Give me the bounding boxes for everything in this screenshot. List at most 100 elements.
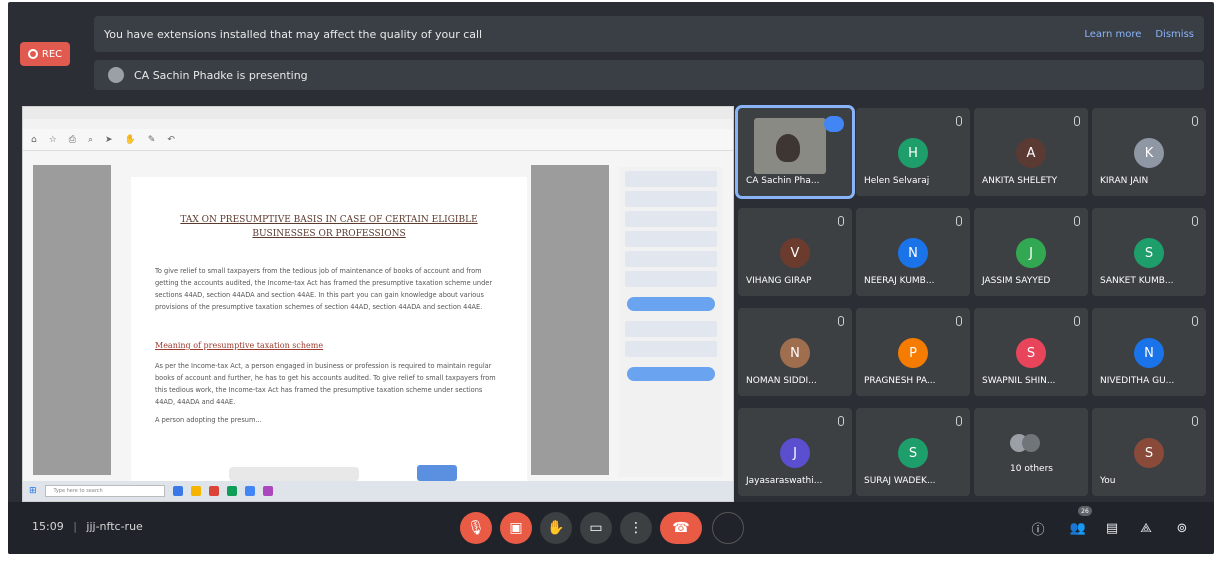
participant-avatar: S — [1016, 338, 1046, 368]
separator: | — [73, 520, 77, 533]
mic-muted-icon — [1192, 116, 1198, 126]
participant-tile[interactable]: P PRAGNESH PA... — [856, 308, 970, 396]
raise-hand-icon[interactable]: ✋ — [540, 512, 572, 544]
participant-tile[interactable]: S SWAPNIL SHIN... — [974, 308, 1088, 396]
microphone-off-icon[interactable]: 🎙 — [460, 512, 492, 544]
speaking-indicator-icon — [824, 116, 844, 132]
app-icon — [190, 486, 201, 496]
document-heading: TAX ON PRESUMPTIVE BASIS IN CASE OF CERT… — [180, 215, 478, 239]
mic-muted-icon — [838, 416, 844, 426]
extensions-warning-text: You have extensions installed that may a… — [104, 27, 483, 41]
tool-item — [625, 231, 717, 247]
doc-title-bar — [23, 107, 733, 119]
mic-muted-icon — [1074, 116, 1080, 126]
participant-tile[interactable]: S SANKET KUMB... — [1092, 208, 1206, 296]
participant-tile[interactable]: A ANKITA SHELETY — [974, 108, 1088, 196]
participant-name: 10 others — [1010, 464, 1053, 474]
participant-avatar: K — [1134, 138, 1164, 168]
undo-icon: ↶ — [167, 134, 175, 145]
bottom-control-bar: 15:09 | jjj-nftc-rue 🎙 ▣ ✋ ▭ ⋮ ☎ ⓘ 👥 26 … — [8, 502, 1214, 554]
participant-name: KIRAN JAIN — [1100, 176, 1149, 186]
more-options-icon[interactable]: ⋮ — [620, 512, 652, 544]
chat-icon[interactable]: ▤ — [1100, 516, 1124, 540]
star-icon: ☆ — [48, 134, 57, 145]
participant-avatar: S — [1134, 238, 1164, 268]
mic-muted-icon — [1074, 216, 1080, 226]
participant-avatar: V — [780, 238, 810, 268]
dismiss-button[interactable]: Dismiss — [1155, 29, 1194, 40]
extra-control-button[interactable] — [712, 512, 744, 544]
app-icon — [262, 486, 273, 496]
tool-item — [625, 191, 717, 207]
host-controls-icon[interactable]: ⊚ — [1170, 516, 1194, 540]
participant-tile[interactable]: K KIRAN JAIN — [1092, 108, 1206, 196]
participant-name: PRAGNESH PA... — [864, 376, 936, 386]
participant-name: Jayasaraswathi... — [746, 476, 823, 486]
doc-hint-bar — [229, 467, 359, 481]
windows-start-icon: ⊞ — [29, 486, 37, 496]
hang-up-icon[interactable]: ☎ — [660, 512, 702, 544]
participant-name: VIHANG GIRAP — [746, 276, 812, 286]
meeting-info: 15:09 | jjj-nftc-rue — [32, 520, 143, 533]
mic-muted-icon — [1192, 416, 1198, 426]
people-icon[interactable]: 👥 — [1066, 516, 1090, 540]
participant-name: NOMAN SIDDI... — [746, 376, 817, 386]
participant-avatar: N — [780, 338, 810, 368]
participant-tile[interactable]: CA Sachin Pha... — [735, 105, 855, 199]
doc-menu-bar — [23, 119, 733, 129]
participant-tile[interactable]: V VIHANG GIRAP — [738, 208, 852, 296]
app-icon — [226, 486, 237, 496]
camera-off-icon[interactable]: ▣ — [500, 512, 532, 544]
tool-item — [625, 271, 717, 287]
pen-icon: ✎ — [147, 134, 156, 145]
participant-avatar: J — [1016, 238, 1046, 268]
participant-tile[interactable]: 10 others — [974, 408, 1088, 496]
tool-action-button — [627, 367, 715, 381]
participant-avatar: A — [1016, 138, 1046, 168]
participant-tile[interactable]: N NIVEDITHA GU... — [1092, 308, 1206, 396]
doc-margin-left — [33, 165, 111, 475]
participant-video — [754, 118, 826, 174]
participant-avatar: H — [898, 138, 928, 168]
participant-tile[interactable]: J Jayasaraswathi... — [738, 408, 852, 496]
mic-muted-icon — [956, 216, 962, 226]
doc-toolbar: ⌂ ☆ ⎙ ⌕ ➤ ✋ ✎ ↶ — [23, 129, 733, 151]
mic-muted-icon — [956, 316, 962, 326]
participant-name: NIVEDITHA GU... — [1100, 376, 1175, 386]
people-count-badge: 26 — [1078, 506, 1092, 516]
meet-window: REC You have extensions installed that m… — [8, 2, 1214, 554]
tool-item — [625, 321, 717, 337]
app-icon — [172, 486, 183, 496]
hand-tool-icon: ✋ — [124, 134, 136, 145]
participant-avatar: S — [1134, 438, 1164, 468]
doc-margin-right — [531, 165, 609, 475]
participant-name: CA Sachin Pha... — [746, 176, 820, 186]
participant-tile[interactable]: S SURAJ WADEK... — [856, 408, 970, 496]
document-page: TAX ON PRESUMPTIVE BASIS IN CASE OF CERT… — [131, 177, 527, 497]
present-screen-icon[interactable]: ▭ — [580, 512, 612, 544]
participant-tile[interactable]: J JASSIM SAYYED — [974, 208, 1088, 296]
participant-name: You — [1100, 476, 1116, 486]
participant-tile[interactable]: H Helen Selvaraj — [856, 108, 970, 196]
participant-avatar: S — [898, 438, 928, 468]
mic-muted-icon — [1192, 216, 1198, 226]
participant-name: SWAPNIL SHIN... — [982, 376, 1056, 386]
recording-indicator: REC — [20, 42, 70, 66]
mic-muted-icon — [956, 116, 962, 126]
tool-item — [625, 171, 717, 187]
document-body: As per the Income-tax Act, a person enga… — [155, 362, 496, 406]
participant-tile[interactable]: N NEERAJ KUMB... — [856, 208, 970, 296]
activities-icon[interactable]: ⟁ — [1134, 516, 1158, 540]
participant-tile[interactable]: S You — [1092, 408, 1206, 496]
meeting-details-icon[interactable]: ⓘ — [1026, 516, 1050, 540]
mic-muted-icon — [1074, 316, 1080, 326]
avatar — [1022, 434, 1040, 452]
presenting-text: CA Sachin Phadke is presenting — [134, 68, 308, 82]
document-subheading: Meaning of presumptive taxation scheme — [155, 341, 324, 350]
presenting-banner: CA Sachin Phadke is presenting — [94, 60, 1204, 90]
participant-tile[interactable]: N NOMAN SIDDI... — [738, 308, 852, 396]
mic-muted-icon — [838, 316, 844, 326]
taskbar-search: Type here to search — [44, 485, 165, 497]
learn-more-link[interactable]: Learn more — [1084, 29, 1141, 40]
participant-avatar: N — [898, 238, 928, 268]
